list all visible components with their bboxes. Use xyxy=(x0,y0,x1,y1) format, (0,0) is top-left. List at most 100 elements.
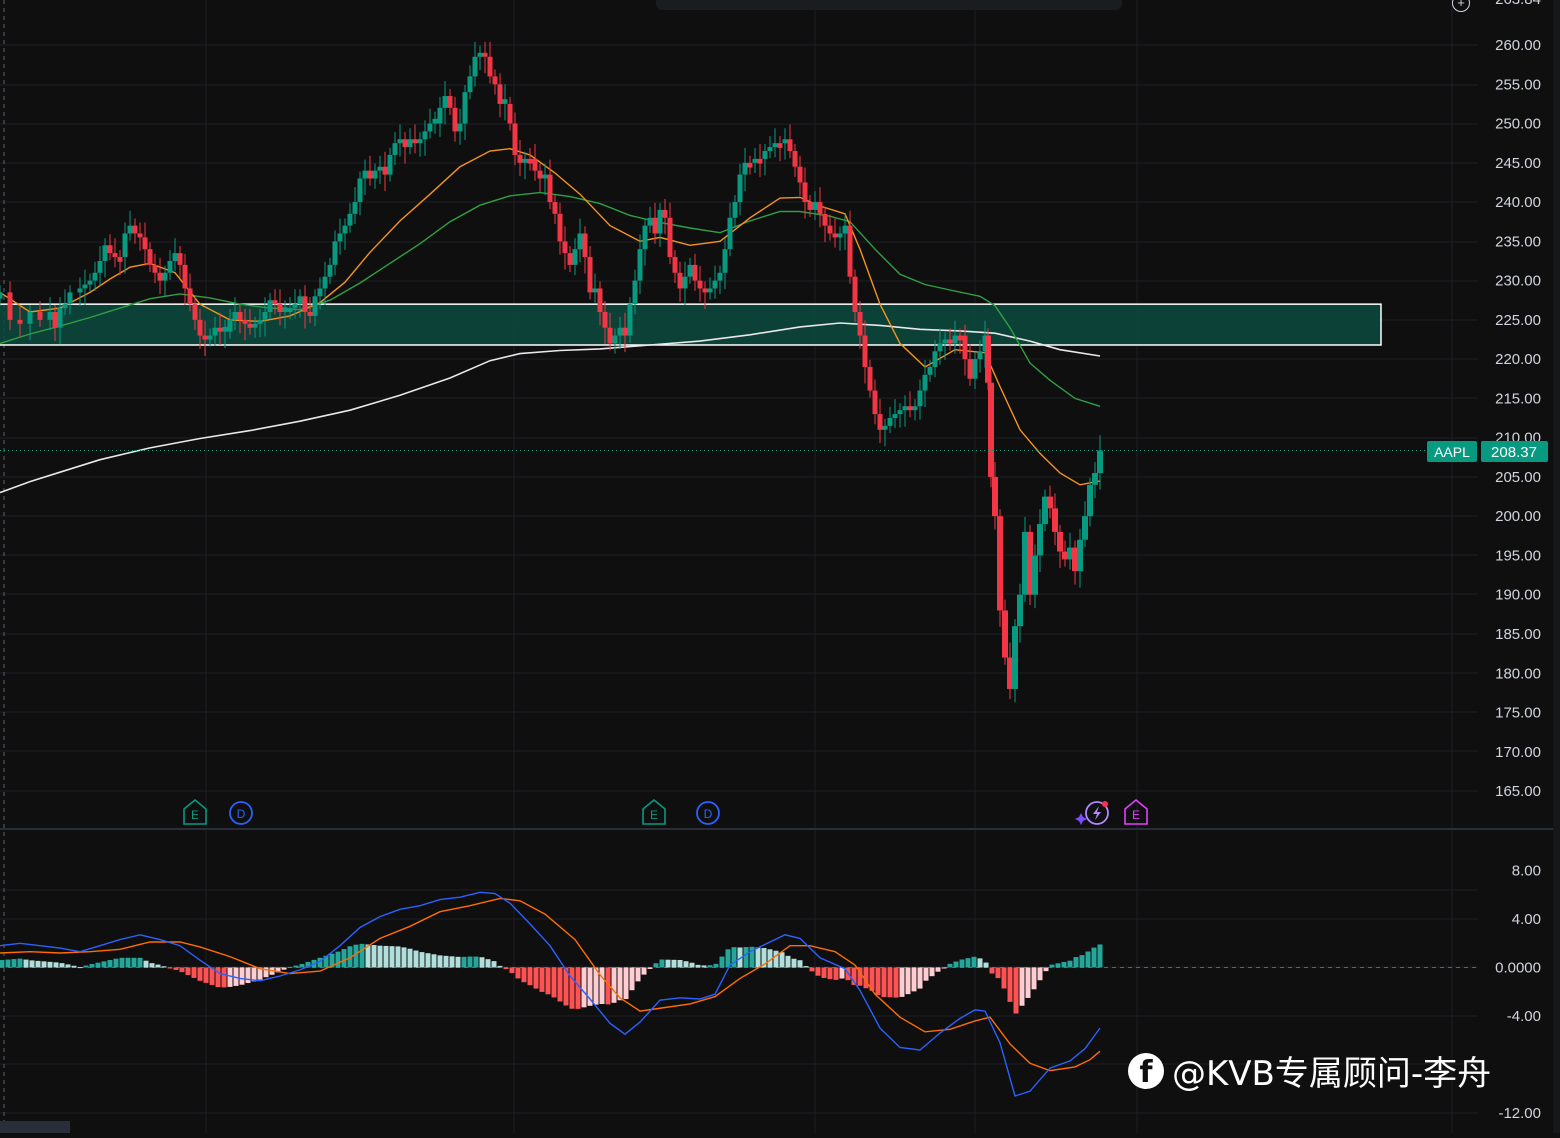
macd-hist-bar xyxy=(677,959,683,968)
candle-body xyxy=(462,92,468,124)
candle-body xyxy=(662,209,668,218)
candle-body xyxy=(442,96,448,108)
candle-body xyxy=(782,139,788,144)
candle-body xyxy=(852,276,858,313)
macd-hist-bar xyxy=(905,967,911,995)
candle-body xyxy=(347,213,353,226)
macd-hist-bar xyxy=(503,967,509,970)
candle-body xyxy=(212,327,218,336)
dividend-marker-label: D xyxy=(237,807,246,821)
candle-body xyxy=(937,343,943,352)
macd-hist-bar xyxy=(29,960,35,968)
candle-body xyxy=(652,217,658,234)
macd-hist-bar xyxy=(833,967,839,980)
candle-body xyxy=(572,249,578,265)
macd-hist-bar xyxy=(713,963,719,968)
macd-hist-bar xyxy=(161,966,167,968)
candle-body xyxy=(1032,555,1038,595)
price-axis-label: 220.00 xyxy=(1495,351,1541,368)
price-axis-label: 190.00 xyxy=(1495,587,1541,604)
candle-body xyxy=(527,158,533,164)
candle-body xyxy=(537,170,543,179)
macd-hist-bar xyxy=(155,964,161,968)
candle-body xyxy=(547,174,553,203)
candle-body xyxy=(797,166,803,183)
candle-body xyxy=(582,233,588,258)
macd-hist-bar xyxy=(797,960,803,968)
candle-body xyxy=(7,292,13,320)
macd-hist-bar xyxy=(467,956,473,968)
macd-hist-bar xyxy=(413,950,419,968)
right-scroll-edge[interactable] xyxy=(1553,0,1560,1133)
price-axis-label: 175.00 xyxy=(1495,705,1541,722)
macd-hist-bar xyxy=(455,956,461,968)
macd-hist-bar xyxy=(143,960,149,968)
macd-hist-bar xyxy=(965,958,971,968)
candle-body xyxy=(217,327,223,332)
candle-body xyxy=(877,414,883,430)
macd-hist-bar xyxy=(197,967,203,981)
macd-hist-bar xyxy=(1019,967,1025,1006)
candle-body xyxy=(992,476,998,517)
candle-body xyxy=(402,139,408,148)
candle-body xyxy=(762,151,768,159)
macd-hist-bar xyxy=(611,967,617,1003)
flash-dot xyxy=(1102,801,1108,807)
candle-body xyxy=(822,213,828,226)
top-toolbar[interactable] xyxy=(656,0,1122,10)
macd-hist-bar xyxy=(125,957,131,968)
macd-hist-bar xyxy=(89,964,95,968)
price-axis-label: 255.00 xyxy=(1495,76,1541,93)
candle-body xyxy=(0,292,3,299)
facebook-icon: f xyxy=(1128,1052,1164,1090)
candle-body xyxy=(112,253,118,258)
candle-body xyxy=(187,288,193,305)
candle-body xyxy=(562,241,568,254)
candle-body xyxy=(827,225,833,234)
macd-hist-bar xyxy=(527,967,533,986)
candle-body xyxy=(972,359,978,379)
candle-body xyxy=(467,76,473,93)
candle-body xyxy=(62,304,68,309)
candle-body xyxy=(942,339,948,344)
macd-hist-bar xyxy=(689,962,695,968)
macd-hist-bar xyxy=(131,957,137,968)
candle-body xyxy=(617,327,623,336)
macd-hist-bar xyxy=(623,967,629,1000)
candle-body xyxy=(502,99,508,104)
candle-body xyxy=(247,323,253,328)
macd-hist-bar xyxy=(593,967,599,1005)
candle-body xyxy=(1037,524,1043,556)
macd-hist-bar xyxy=(551,967,557,998)
price-axis-label: 180.00 xyxy=(1495,665,1541,682)
macd-hist-bar xyxy=(557,967,563,1002)
candle-body xyxy=(742,162,748,175)
candle-body xyxy=(692,264,698,281)
candle-body xyxy=(492,76,498,85)
candle-body xyxy=(702,288,708,293)
macd-hist-bar xyxy=(1061,962,1067,968)
candle-body xyxy=(752,158,758,163)
earnings-marker-label: E xyxy=(191,808,199,822)
macd-hist-bar xyxy=(1073,957,1079,968)
macd-hist-bar xyxy=(185,967,191,976)
candle-body xyxy=(622,327,628,336)
bottom-left-tab[interactable] xyxy=(0,1121,70,1133)
chart-root: 260.00 255.00 250.00 245.00 240.00 235.00 230.… xyxy=(0,0,1560,1133)
macd-hist-bar xyxy=(719,956,725,968)
candle-body xyxy=(102,245,108,261)
candle-body xyxy=(367,170,373,179)
candle-body xyxy=(167,260,173,273)
candle-body xyxy=(477,52,483,57)
candle-body xyxy=(832,233,838,238)
candle-body xyxy=(147,249,153,265)
candle-body xyxy=(887,418,893,426)
candle-body xyxy=(647,217,653,226)
macd-hist-bar xyxy=(707,965,713,968)
candle-body xyxy=(672,257,678,273)
price-axis-label: 195.00 xyxy=(1495,547,1541,564)
macd-hist-bar xyxy=(239,967,245,985)
candle-body xyxy=(817,202,823,214)
macd-hist-bar xyxy=(1085,951,1091,968)
macd-hist-bar xyxy=(995,967,1001,979)
